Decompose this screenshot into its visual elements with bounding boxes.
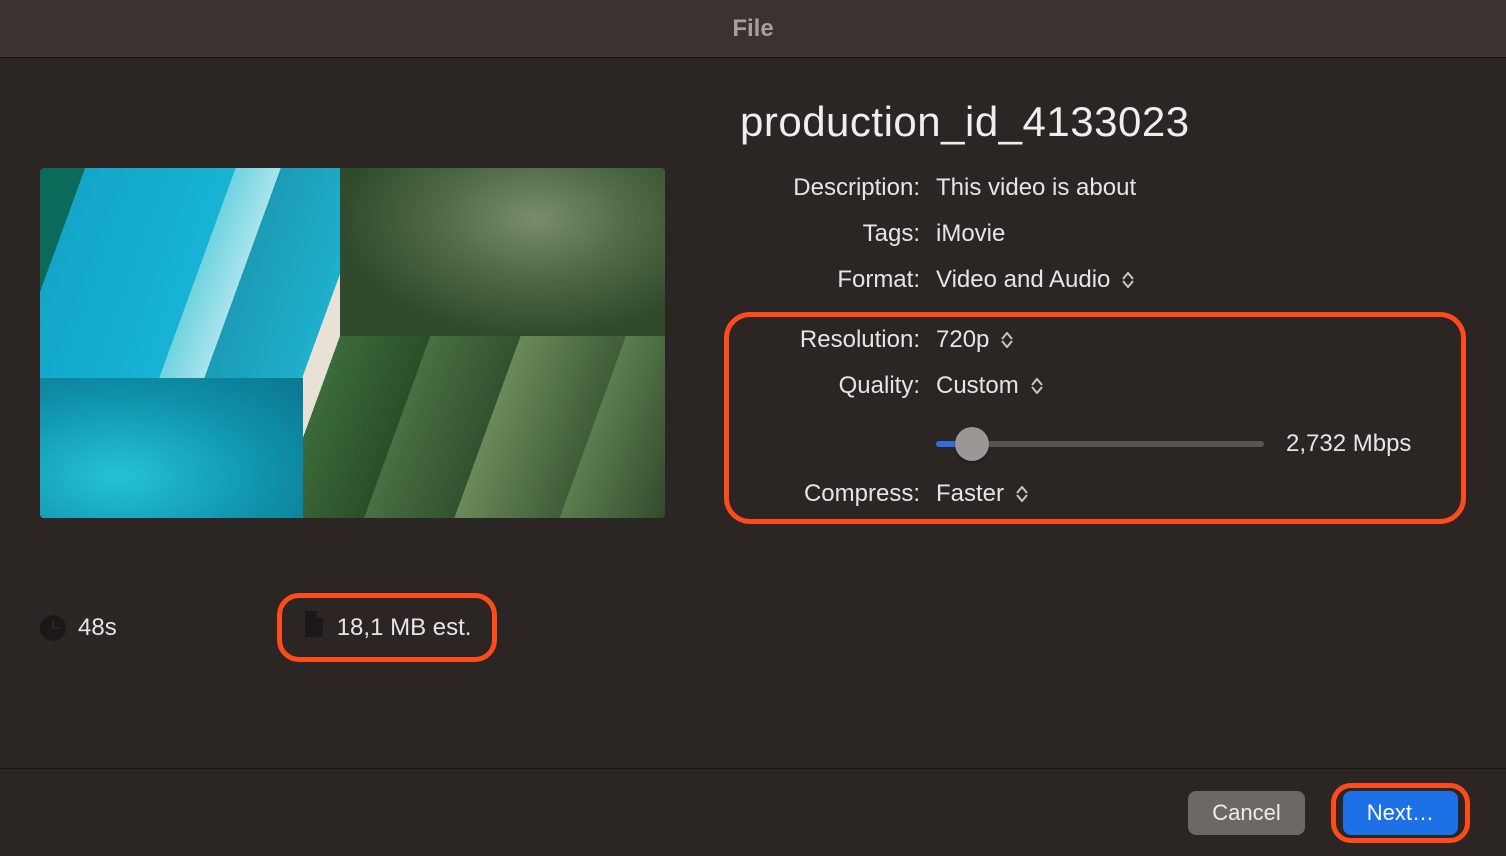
description-label: Description: xyxy=(730,174,920,202)
bitrate-row: 2,732 Mbps xyxy=(730,418,1448,462)
form: Description: This video is about Tags: i… xyxy=(730,174,1466,524)
highlighted-settings: Resolution: 720p Quality: xyxy=(724,312,1466,524)
format-row: Format: Video and Audio xyxy=(730,266,1466,294)
next-button[interactable]: Next… xyxy=(1343,791,1458,835)
right-pane: production_id_4133023 Description: This … xyxy=(730,98,1466,748)
description-row: Description: This video is about xyxy=(730,174,1466,202)
content-area: 48s 18,1 MB est. production_id_4133023 D… xyxy=(0,58,1506,768)
bitrate-slider-row: 2,732 Mbps xyxy=(936,426,1411,462)
duration-value: 48s xyxy=(78,614,117,642)
bitrate-value: 2,732 Mbps xyxy=(1286,430,1411,458)
filesize-value: 18,1 MB est. xyxy=(337,614,472,642)
project-title: production_id_4133023 xyxy=(740,98,1466,146)
video-preview xyxy=(40,168,665,518)
cancel-button[interactable]: Cancel xyxy=(1188,791,1304,835)
slider-knob[interactable] xyxy=(955,427,989,461)
stats-row: 48s 18,1 MB est. xyxy=(40,593,680,662)
quality-popup[interactable]: Custom xyxy=(936,372,1043,400)
compress-row: Compress: Faster xyxy=(730,480,1448,508)
left-pane: 48s 18,1 MB est. xyxy=(40,98,680,748)
footer: Cancel Next… xyxy=(0,768,1506,856)
duration-stat: 48s xyxy=(40,614,117,642)
tags-row: Tags: iMovie xyxy=(730,220,1466,248)
resolution-label: Resolution: xyxy=(730,326,920,354)
quality-row: Quality: Custom xyxy=(730,372,1448,400)
window-title: File xyxy=(732,15,773,43)
filesize-stat: 18,1 MB est. xyxy=(277,593,498,662)
export-dialog: File 48s 18,1 MB est. production_id_4133… xyxy=(0,0,1506,856)
chevron-updown-icon xyxy=(1001,332,1013,348)
clock-icon xyxy=(40,615,66,641)
chevron-updown-icon xyxy=(1122,272,1134,288)
compress-popup[interactable]: Faster xyxy=(936,480,1028,508)
resolution-row: Resolution: 720p xyxy=(730,326,1448,354)
resolution-popup[interactable]: 720p xyxy=(936,326,1013,354)
tags-input[interactable]: iMovie xyxy=(936,220,1005,248)
bitrate-slider[interactable] xyxy=(936,426,1264,462)
tags-label: Tags: xyxy=(730,220,920,248)
compress-label: Compress: xyxy=(730,480,920,508)
quality-label: Quality: xyxy=(730,372,920,400)
next-button-highlight: Next… xyxy=(1331,783,1470,843)
description-input[interactable]: This video is about xyxy=(936,174,1136,202)
chevron-updown-icon xyxy=(1016,486,1028,502)
file-icon xyxy=(303,611,325,644)
chevron-updown-icon xyxy=(1031,378,1043,394)
titlebar: File xyxy=(0,0,1506,58)
format-label: Format: xyxy=(730,266,920,294)
format-popup[interactable]: Video and Audio xyxy=(936,266,1134,294)
